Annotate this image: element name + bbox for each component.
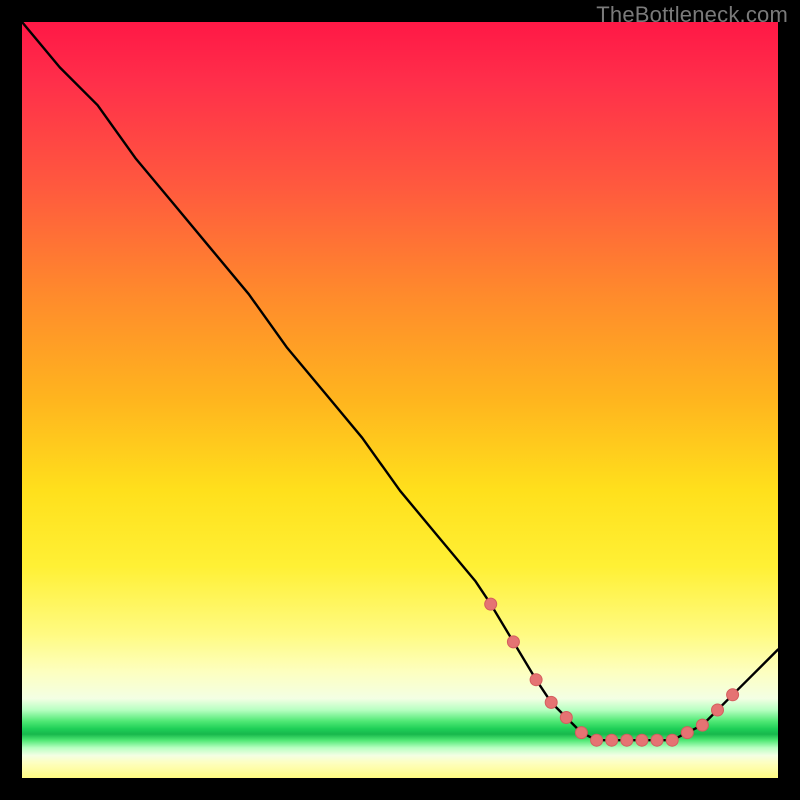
curve-marker xyxy=(545,696,557,708)
curve-marker xyxy=(485,598,497,610)
curve-marker xyxy=(530,674,542,686)
curve-markers xyxy=(485,598,739,746)
curve-marker xyxy=(636,734,648,746)
curve-marker xyxy=(591,734,603,746)
curve-marker xyxy=(712,704,724,716)
plot-area xyxy=(22,22,778,778)
curve-marker xyxy=(727,689,739,701)
chart-stage: TheBottleneck.com xyxy=(0,0,800,800)
bottleneck-curve xyxy=(22,22,778,740)
curve-marker xyxy=(507,636,519,648)
watermark-label: TheBottleneck.com xyxy=(596,2,788,28)
curve-marker xyxy=(606,734,618,746)
curve-marker xyxy=(560,712,572,724)
curve-marker xyxy=(575,727,587,739)
curve-layer xyxy=(22,22,778,778)
curve-marker xyxy=(696,719,708,731)
curve-marker xyxy=(621,734,633,746)
curve-marker xyxy=(666,734,678,746)
curve-marker xyxy=(651,734,663,746)
curve-marker xyxy=(681,727,693,739)
